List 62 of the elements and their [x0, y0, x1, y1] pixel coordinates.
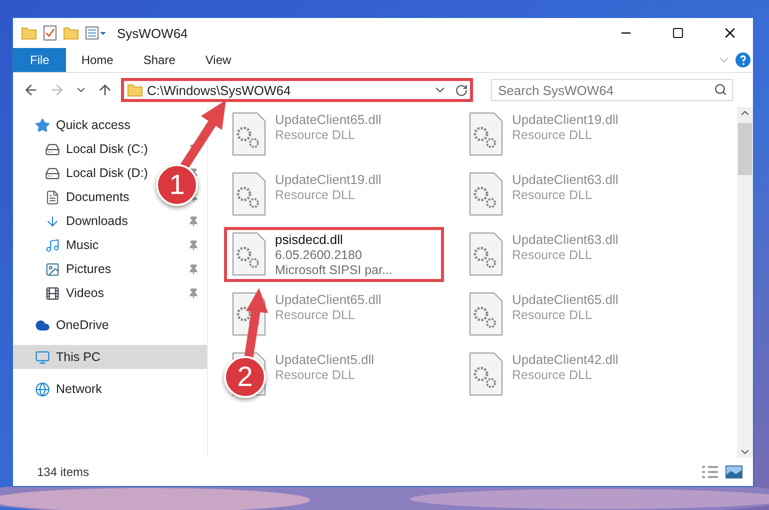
gear-file-icon — [468, 232, 504, 276]
window-title: SysWOW64 — [117, 26, 189, 40]
file-detail: Resource DLL — [275, 188, 356, 202]
music-note-icon — [45, 238, 60, 252]
file-detail: 6.05.2600.2180 — [275, 248, 363, 262]
sidebar-item[interactable]: This PC — [13, 345, 207, 369]
properties-icon[interactable] — [43, 25, 57, 41]
scrollbar-thumb[interactable] — [738, 123, 752, 175]
star-icon — [35, 118, 50, 132]
maximize-icon[interactable] — [672, 27, 684, 39]
sidebar-item[interactable]: OneDrive — [13, 313, 207, 337]
item-count: 134 items — [37, 465, 90, 479]
sidebar-item[interactable]: Music — [45, 238, 99, 252]
gear-file-icon — [231, 112, 267, 156]
film-icon — [45, 286, 60, 300]
back-icon[interactable] — [23, 82, 39, 98]
folder-icon — [127, 82, 143, 98]
search-icon — [714, 83, 727, 96]
file-detail: Resource DLL — [275, 128, 356, 142]
search-field[interactable]: Search SysWOW64 — [491, 79, 733, 101]
sidebar-item[interactable]: Local Disk (C:) — [45, 142, 148, 156]
gear-file-icon — [231, 232, 267, 276]
sidebar-item[interactable]: Downloads — [45, 214, 128, 228]
ribbon-tab[interactable]: Share — [128, 48, 190, 72]
document-icon — [45, 190, 60, 204]
gear-file-icon — [231, 172, 267, 216]
drive-icon — [45, 166, 60, 180]
sidebar-item[interactable]: Quick access — [13, 113, 207, 137]
picture-icon — [45, 262, 60, 276]
large-icons-view-icon[interactable] — [725, 465, 743, 479]
sidebar-item[interactable]: Network — [13, 377, 207, 401]
file-detail: Resource DLL — [512, 368, 593, 382]
file-detail: Resource DLL — [275, 368, 356, 382]
file-name[interactable]: psisdecd.dll — [275, 232, 392, 247]
gear-file-icon — [468, 292, 504, 336]
help-icon[interactable] — [735, 52, 751, 68]
sidebar-item[interactable]: Pictures — [45, 262, 112, 276]
gear-file-icon — [468, 352, 504, 396]
sidebar-item[interactable]: Videos — [45, 286, 104, 300]
refresh-icon[interactable] — [455, 84, 468, 96]
address-bar[interactable]: C:\Windows\SysWOW64 — [121, 78, 473, 102]
file-detail: Resource DLL — [512, 128, 593, 142]
ribbon-tab[interactable]: View — [190, 48, 246, 72]
monitor-icon — [35, 350, 50, 364]
file-detail: Resource DLL — [512, 188, 593, 202]
file-detail: Resource DLL — [275, 308, 356, 322]
gear-file-icon — [468, 172, 504, 216]
download-icon — [45, 214, 60, 228]
file-detail: Resource DLL — [512, 248, 593, 262]
file-detail: Microsoft SIPSI par... — [275, 263, 392, 277]
sidebar-item[interactable]: Local Disk (D:) — [45, 166, 148, 180]
network-icon — [35, 382, 50, 396]
sidebar-item[interactable]: Documents — [45, 190, 130, 204]
cloud-icon — [35, 318, 50, 332]
file-menu-button[interactable]: File — [13, 48, 66, 72]
details-view-icon[interactable] — [701, 465, 719, 479]
up-icon[interactable] — [97, 82, 113, 98]
file-detail: Resource DLL — [512, 308, 593, 322]
gear-file-icon — [468, 112, 504, 156]
drive-icon — [45, 142, 60, 156]
ribbon-tab[interactable]: Home — [66, 48, 128, 72]
customize-toolbar-icon[interactable] — [85, 25, 107, 41]
